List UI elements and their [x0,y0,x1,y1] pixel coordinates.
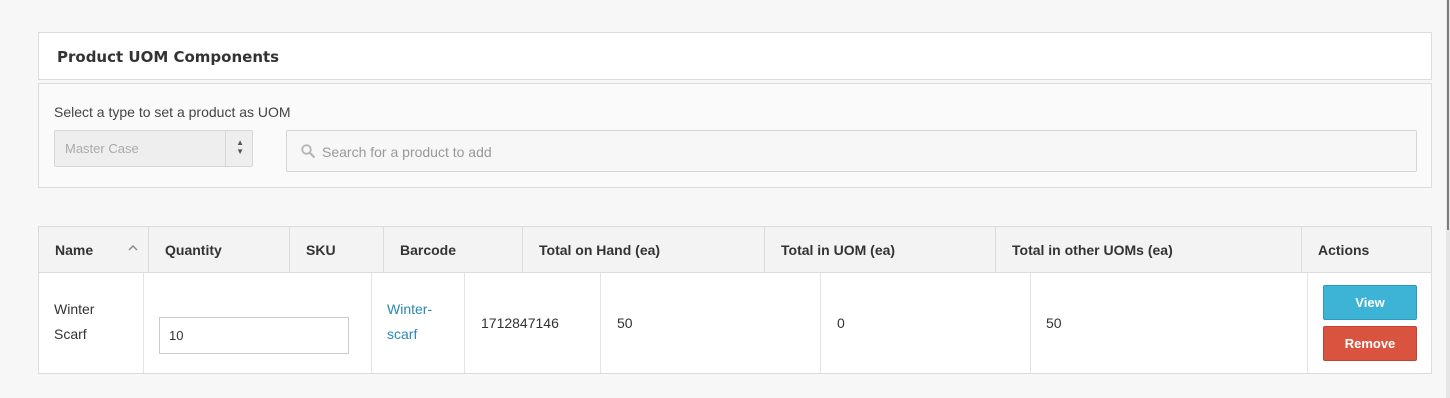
remove-button[interactable]: Remove [1323,326,1417,361]
column-header-quantity-label: Quantity [165,242,222,258]
total-in-uom-value: 0 [837,315,845,331]
product-search-input[interactable]: Search for a product to add [286,130,1417,172]
cell-total-other-uoms: 50 [1031,273,1308,373]
column-header-actions: Actions [1302,227,1431,272]
updown-arrows-icon: ▲ ▼ [236,138,244,156]
column-header-barcode[interactable]: Barcode [384,227,523,272]
product-name-line1: Winter [54,301,95,317]
uom-type-select[interactable]: Master Case ▲ ▼ [54,130,253,167]
cell-actions: View Remove [1308,273,1431,373]
chevron-up-icon[interactable] [128,245,138,251]
select-divider [225,131,226,166]
column-header-sku-label: SKU [306,242,336,258]
column-header-total-other-uoms[interactable]: Total in other UOMs (ea) [996,227,1302,272]
panel-title: Product UOM Components [57,48,280,66]
column-header-sku[interactable]: SKU [290,227,384,272]
column-header-name[interactable]: Name [39,227,149,272]
table-row: Winter Scarf Winter- scarf 1712847146 50… [39,273,1431,373]
column-header-total-in-uom-label: Total in UOM (ea) [781,242,896,258]
cell-total-on-hand: 50 [601,273,821,373]
cell-quantity [144,273,372,373]
table-header-row: Name Quantity SKU Barcode Total on Hand … [39,227,1431,273]
total-other-uoms-value: 50 [1046,315,1062,331]
view-button[interactable]: View [1323,285,1417,320]
sku-link-line1: Winter- [387,301,433,317]
barcode-value: 1712847146 [481,315,559,331]
page-scrollbar-thumb[interactable] [1447,0,1449,230]
sku-link-continued[interactable]: scarf [387,322,417,347]
total-on-hand-value: 50 [617,315,633,331]
sku-link[interactable]: Winter- [387,297,432,322]
search-placeholder: Search for a product to add [322,144,492,160]
column-header-quantity[interactable]: Quantity [149,227,290,272]
cell-name: Winter Scarf [39,273,144,373]
uom-type-panel: Select a type to set a product as UOM Ma… [38,83,1432,188]
panel-header: Product UOM Components [38,32,1432,80]
column-header-name-label: Name [55,242,94,258]
quantity-input[interactable] [159,317,349,354]
cell-sku: Winter- scarf [372,273,465,373]
type-label: Select a type to set a product as UOM [54,104,291,120]
search-icon [301,144,315,158]
column-header-total-on-hand-label: Total on Hand (ea) [539,242,661,258]
sku-link-line2: scarf [387,326,418,342]
column-header-total-other-uoms-label: Total in other UOMs (ea) [1012,242,1173,258]
column-header-total-on-hand[interactable]: Total on Hand (ea) [523,227,765,272]
cell-barcode: 1712847146 [465,273,601,373]
cell-total-in-uom: 0 [821,273,1031,373]
uom-components-table: Name Quantity SKU Barcode Total on Hand … [38,226,1432,374]
column-header-total-in-uom[interactable]: Total in UOM (ea) [765,227,996,272]
product-name-line2: Scarf [54,326,87,342]
column-header-actions-label: Actions [1318,242,1370,258]
column-header-barcode-label: Barcode [400,242,457,258]
uom-type-select-value: Master Case [65,141,139,156]
